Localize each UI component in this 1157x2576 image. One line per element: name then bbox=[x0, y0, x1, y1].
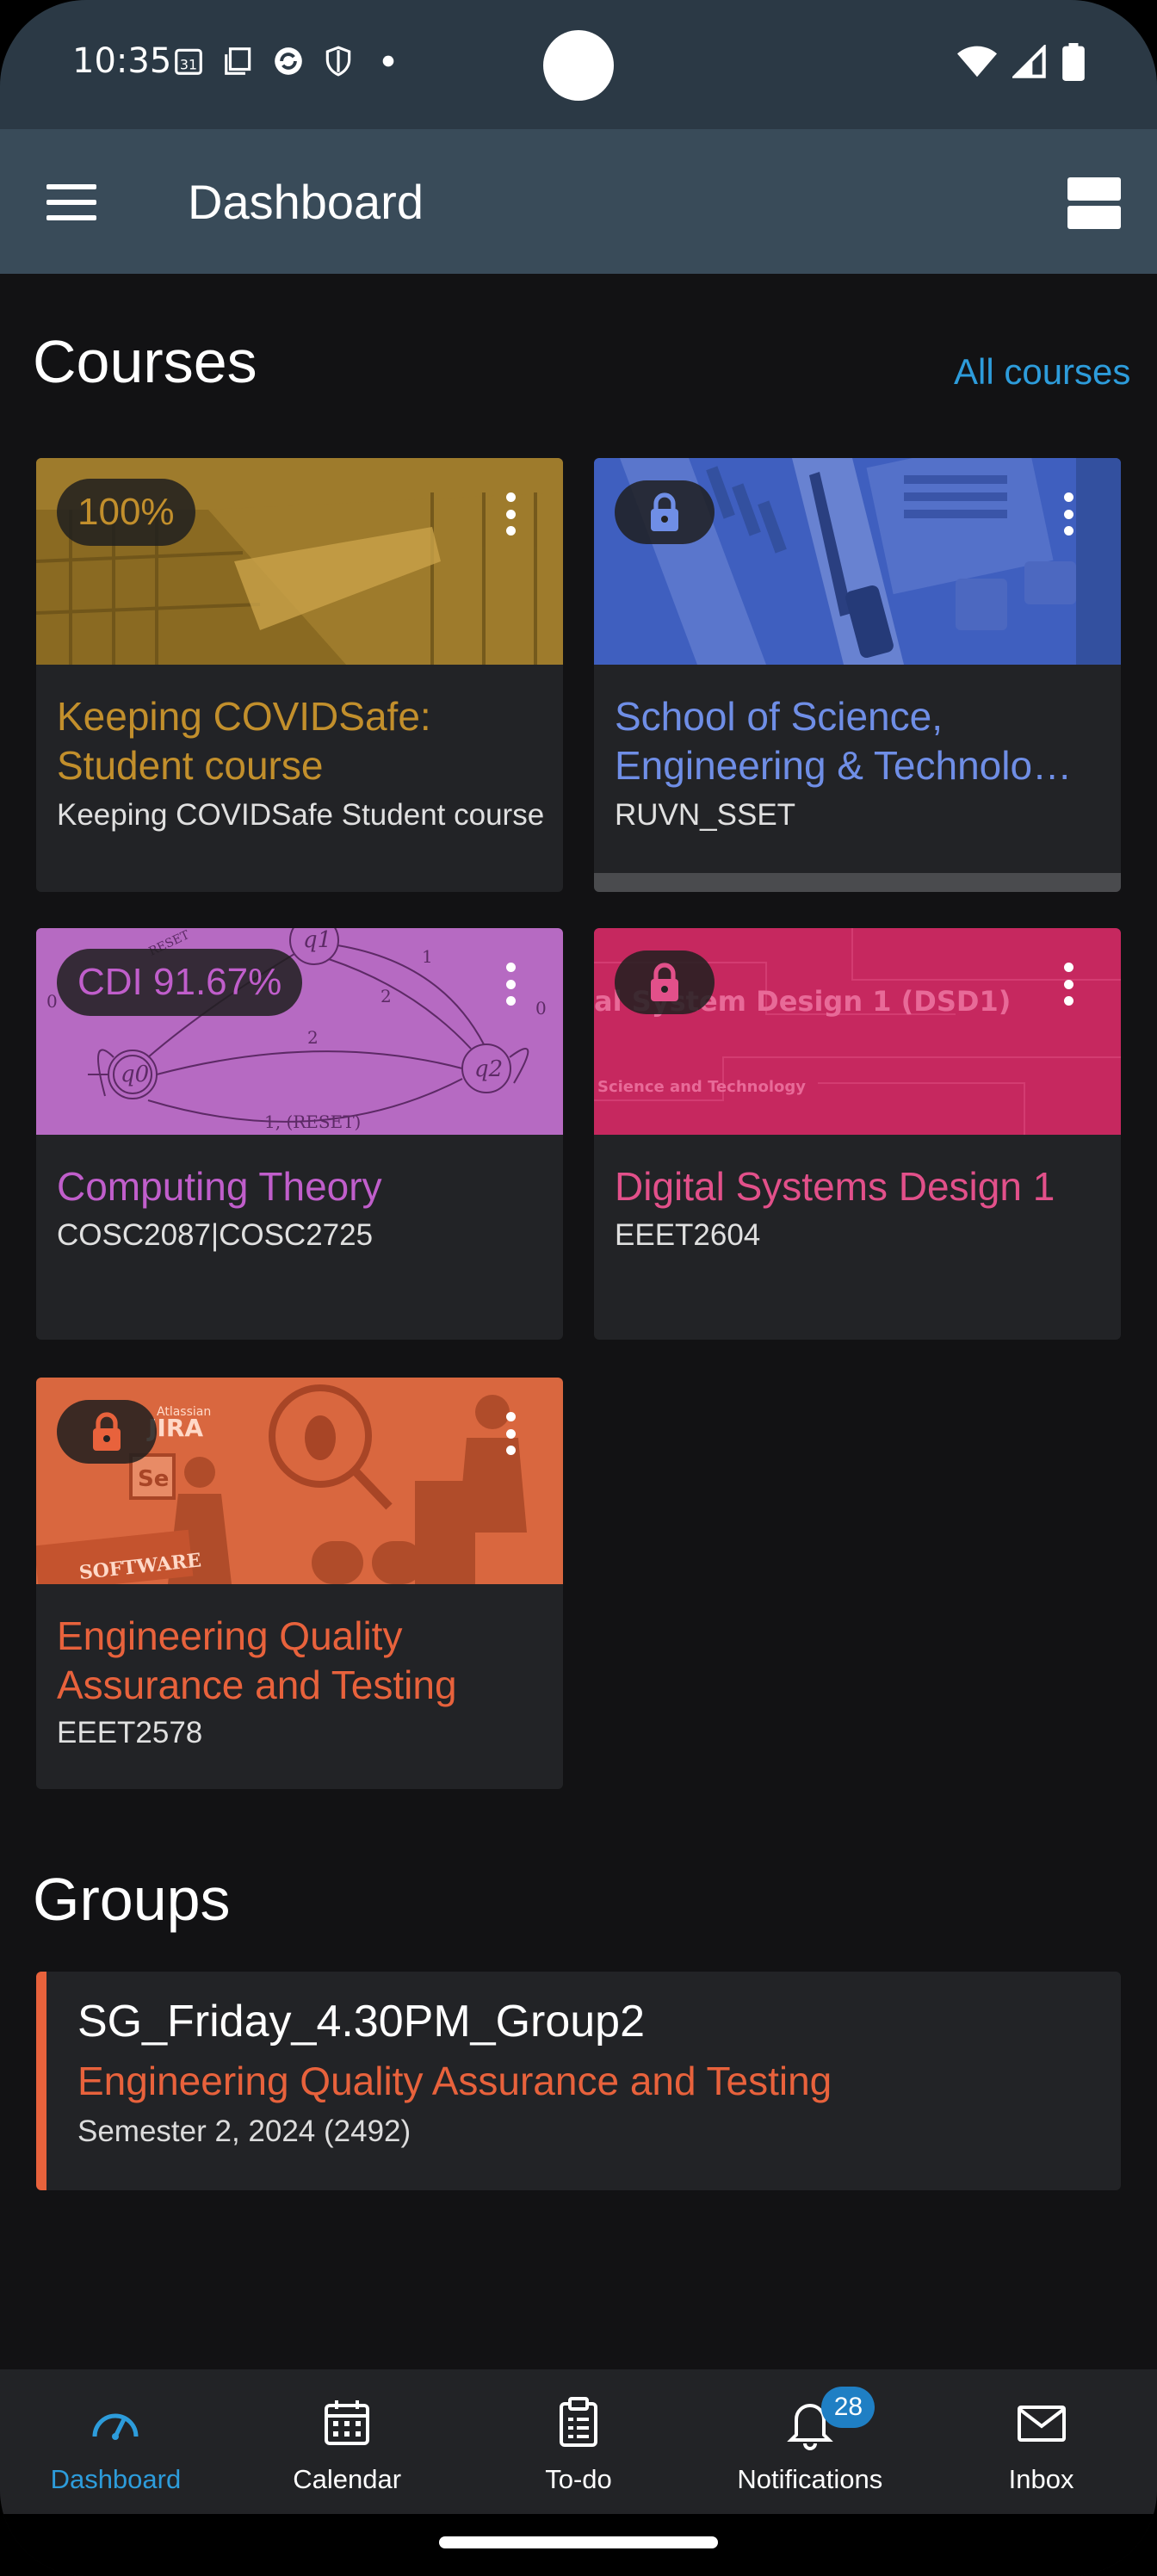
group-name: SG_Friday_4.30PM_Group2 bbox=[77, 1997, 646, 2047]
status-icons-right bbox=[957, 43, 1085, 81]
calendar-icon: 31 bbox=[175, 48, 202, 75]
nav-todo[interactable]: To-do bbox=[463, 2369, 695, 2514]
diagram-state-q1: q1 bbox=[303, 928, 331, 953]
status-bar: 10:35 31 bbox=[0, 0, 1157, 129]
home-gesture-bar[interactable] bbox=[439, 2536, 718, 2548]
course-title: Digital Systems Design 1 bbox=[615, 1164, 1055, 1209]
course-card-computing-theory[interactable]: q0 q1 q2 1 2 2 0 0 1, (RESET) RESET CDI … bbox=[36, 928, 563, 1340]
lock-icon bbox=[651, 492, 678, 531]
calendar-icon bbox=[325, 2400, 370, 2445]
course-options-kebab-icon[interactable] bbox=[504, 963, 517, 1006]
course-code: COSC2087|COSC2725 bbox=[57, 1218, 374, 1252]
nav-dashboard[interactable]: Dashboard bbox=[0, 2369, 232, 2514]
hamburger-menu-icon[interactable] bbox=[46, 184, 96, 220]
lock-icon bbox=[93, 1412, 121, 1451]
dashboard-gauge-icon bbox=[92, 2413, 139, 2440]
signal-icon bbox=[1012, 45, 1046, 78]
status-icons-left: 31 bbox=[172, 45, 405, 77]
diagram-label: 0 bbox=[46, 991, 58, 1012]
all-courses-link[interactable]: All courses bbox=[954, 351, 1130, 393]
image-school-text: Science and Technology bbox=[597, 1078, 806, 1096]
nav-calendar[interactable]: Calendar bbox=[232, 2369, 463, 2514]
screen-icon bbox=[225, 47, 251, 75]
diagram-label: 1 bbox=[422, 946, 433, 967]
image-se-text: Se bbox=[138, 1466, 169, 1492]
nav-label: Calendar bbox=[293, 2464, 402, 2494]
course-progress-bar bbox=[594, 873, 1121, 892]
envelope-icon bbox=[1017, 2406, 1066, 2442]
course-card-covidsafe[interactable]: 100% Keeping COVIDSafe: Student course K… bbox=[36, 458, 563, 892]
svg-text:31: 31 bbox=[180, 57, 197, 73]
battery-icon bbox=[1062, 43, 1085, 81]
course-options-kebab-icon[interactable] bbox=[504, 492, 517, 536]
bottom-navigation: Dashboard Calendar To-do 28 Notification… bbox=[0, 2369, 1157, 2514]
clipboard-icon bbox=[559, 2397, 597, 2447]
group-color-bar bbox=[36, 1972, 46, 2190]
course-locked-badge bbox=[57, 1400, 157, 1464]
grid-layout-icon[interactable] bbox=[1067, 177, 1121, 229]
course-card-image: q0 q1 q2 1 2 2 0 0 1, (RESET) RESET CDI … bbox=[36, 928, 563, 1135]
diagram-state-q0: q0 bbox=[121, 1062, 149, 1087]
diagram-label: 2 bbox=[307, 1027, 319, 1048]
phone-screen: 10:35 31 Dashboard Courses All courses 1… bbox=[0, 0, 1157, 2576]
wifi-icon bbox=[957, 46, 997, 77]
lock-icon bbox=[651, 963, 678, 1001]
sync-icon bbox=[275, 47, 302, 75]
diagram-label: 2 bbox=[381, 986, 392, 1006]
course-options-kebab-icon[interactable] bbox=[1062, 963, 1074, 1006]
nav-inbox[interactable]: Inbox bbox=[925, 2369, 1157, 2514]
course-title: Keeping COVIDSafe: Student course bbox=[57, 694, 431, 788]
course-options-kebab-icon[interactable] bbox=[1062, 492, 1074, 536]
groups-heading: Groups bbox=[33, 1866, 231, 1933]
group-term: Semester 2, 2024 (2492) bbox=[77, 2115, 411, 2148]
nav-label: Dashboard bbox=[50, 2464, 182, 2494]
courses-heading: Courses bbox=[33, 328, 257, 395]
group-course: Engineering Quality Assurance and Testin… bbox=[77, 2059, 832, 2103]
course-grade-badge: 100% bbox=[57, 479, 195, 546]
course-locked-badge bbox=[615, 951, 715, 1014]
shield-icon bbox=[325, 46, 351, 77]
course-options-kebab-icon[interactable] bbox=[504, 1412, 517, 1455]
course-locked-badge bbox=[615, 480, 715, 544]
nav-label: Inbox bbox=[1008, 2464, 1074, 2494]
diagram-label: 0 bbox=[535, 998, 547, 1019]
app-bar: Dashboard bbox=[0, 129, 1157, 274]
course-title: Engineering Quality Assurance and Testin… bbox=[57, 1613, 457, 1707]
diagram-label: 1, (RESET) bbox=[264, 1112, 361, 1132]
course-card-image: Atlassian JIRA Se SOFTWARE bbox=[36, 1378, 563, 1584]
course-card-sset[interactable]: School of Science, Engineering & Technol… bbox=[594, 458, 1121, 892]
page-title: Dashboard bbox=[188, 175, 424, 229]
course-card-digital-systems[interactable]: al System Design 1 (DSD1) Science and Te… bbox=[594, 928, 1121, 1340]
course-grade-badge: CDI 91.67% bbox=[57, 949, 303, 1016]
nav-notifications[interactable]: 28 Notifications bbox=[694, 2369, 925, 2514]
diagram-state-q2: q2 bbox=[474, 1056, 503, 1082]
nav-label: Notifications bbox=[737, 2464, 883, 2494]
notification-count-badge: 28 bbox=[821, 2387, 875, 2428]
nav-label: To-do bbox=[545, 2464, 612, 2494]
camera-cutout bbox=[543, 30, 614, 101]
group-card[interactable]: SG_Friday_4.30PM_Group2 Engineering Qual… bbox=[36, 1972, 1121, 2190]
course-card-image: 100% bbox=[36, 458, 563, 665]
course-card-image bbox=[594, 458, 1121, 665]
course-code: EEET2578 bbox=[57, 1716, 203, 1749]
status-time: 10:35 bbox=[72, 41, 172, 81]
course-card-eqat[interactable]: Atlassian JIRA Se SOFTWARE Engineering Q… bbox=[36, 1378, 563, 1789]
course-title: School of Science, Engineering & Technol… bbox=[615, 694, 1073, 788]
course-title: Computing Theory bbox=[57, 1164, 382, 1209]
course-code: RUVN_SSET bbox=[615, 798, 796, 832]
course-card-image: al System Design 1 (DSD1) Science and Te… bbox=[594, 928, 1121, 1135]
course-code: EEET2604 bbox=[615, 1218, 761, 1252]
dot-icon bbox=[382, 55, 394, 67]
course-code: Keeping COVIDSafe Student course bbox=[57, 798, 545, 832]
